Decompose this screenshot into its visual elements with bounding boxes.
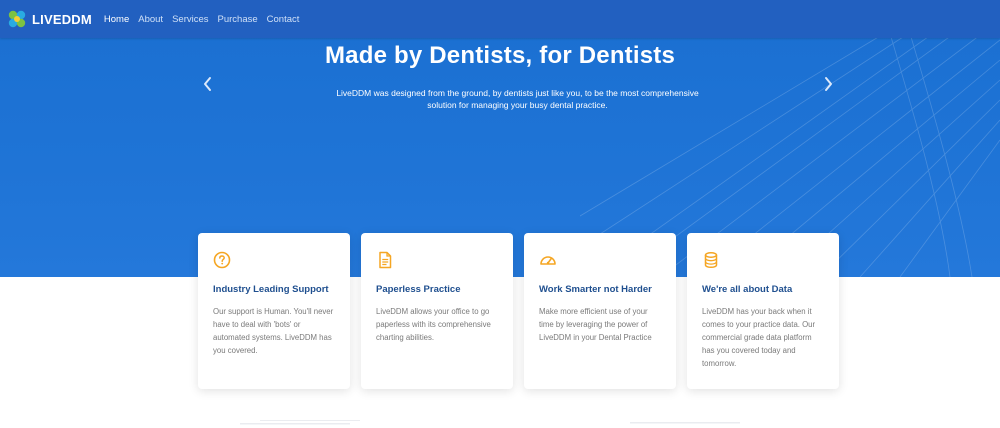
- feature-card-support: Industry Leading Support Our support is …: [198, 233, 350, 389]
- chevron-left-icon: [204, 77, 211, 91]
- feature-card-paperless: Paperless Practice LiveDDM allows your o…: [361, 233, 513, 389]
- gauge-icon: [540, 256, 556, 265]
- hero-subtitle: LiveDDM was designed from the ground, by…: [336, 88, 699, 110]
- nav-about-link[interactable]: About: [138, 14, 163, 25]
- nav-contact-link[interactable]: Contact: [267, 14, 300, 25]
- feature-cards: Industry Leading Support Our support is …: [198, 233, 840, 389]
- question-circle-icon: [213, 251, 231, 269]
- feature-title: Industry Leading Support: [213, 284, 329, 295]
- nav-menu: Home About Services Purchase Contact: [104, 14, 309, 25]
- feature-description: Make more efficient use of your time by …: [539, 307, 652, 342]
- database-icon: [704, 252, 718, 269]
- nav-home-link[interactable]: Home: [104, 14, 129, 25]
- feature-description: LiveDDM allows your office to go paperle…: [376, 307, 491, 342]
- feature-title: We're all about Data: [702, 284, 793, 295]
- chevron-right-icon: [825, 77, 832, 91]
- carousel-next-button[interactable]: [818, 74, 838, 94]
- feature-title: Paperless Practice: [376, 284, 461, 295]
- feature-card-data: We're all about Data LiveDDM has your ba…: [687, 233, 839, 389]
- decorative-dot-pattern: [240, 420, 740, 425]
- feature-title: Work Smarter not Harder: [539, 284, 652, 295]
- nav-purchase-link[interactable]: Purchase: [218, 14, 258, 25]
- document-icon: [379, 251, 392, 269]
- logo-icon: [8, 10, 26, 28]
- nav-services-link[interactable]: Services: [172, 14, 208, 25]
- carousel-prev-button[interactable]: [198, 74, 218, 94]
- feature-card-work-smarter: Work Smarter not Harder Make more effici…: [524, 233, 676, 389]
- top-navbar: LIVEDDM Home About Services Purchase Con…: [0, 0, 1000, 38]
- brand-name: LIVEDDM: [32, 11, 92, 27]
- brand-logo[interactable]: LIVEDDM: [6, 8, 92, 30]
- feature-description: Our support is Human. You'll never have …: [213, 307, 334, 355]
- feature-description: LiveDDM has your back when it comes to y…: [702, 307, 816, 368]
- hero-title: Made by Dentists, for Dentists: [324, 42, 676, 69]
